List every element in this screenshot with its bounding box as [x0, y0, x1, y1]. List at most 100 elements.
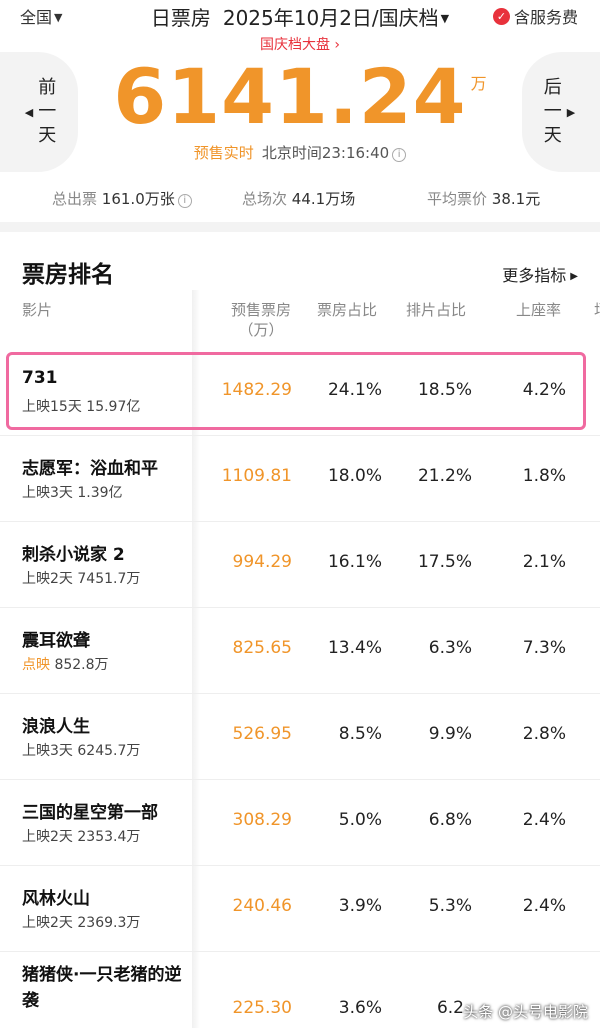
highlight-annotation [6, 352, 586, 430]
table-row[interactable]: 刺杀小说家 2 上映2天 7451.7万 994.29 16.1% 17.5% … [0, 522, 600, 608]
film-name: 浪浪人生 [22, 717, 90, 737]
ranking-title: 票房排名 [22, 262, 114, 288]
share-value: 5.0% [338, 810, 382, 830]
section-divider [0, 222, 600, 232]
guoqing-market-link[interactable]: 国庆档大盘 › [0, 34, 600, 54]
gross-value: 1109.81 [221, 466, 292, 486]
table-row[interactable]: 志愿军：浴血和平 上映3天 1.39亿 1109.81 18.0% 21.2% … [0, 436, 600, 522]
occupancy-value: 1.8% [522, 466, 566, 486]
total-value: 6141.24 [113, 52, 467, 141]
share-value: 16.1% [327, 552, 382, 572]
film-cumulative: 1.39亿 [77, 485, 123, 501]
presale-line: 预售实时 北京时间23:16:40 i [0, 142, 600, 163]
stat-avg-value: 38.1元 [491, 190, 541, 208]
col-gross[interactable]: 预售票房 （万） [226, 300, 296, 340]
stat-shows-label: 总场次 [242, 190, 288, 208]
film-cumulative: 2353.4万 [77, 829, 141, 845]
occupancy-value: 2.4% [522, 896, 566, 916]
film-name: 猪猪侠·一只老猪的逆袭 [22, 965, 182, 1011]
gross-value: 825.65 [232, 638, 292, 658]
col-screens[interactable]: 排片占比 [406, 300, 466, 320]
share-value: 3.6% [338, 998, 382, 1018]
gross-value: 308.29 [232, 810, 292, 830]
film-status: 上映3天 [22, 485, 73, 501]
share-value: 3.9% [338, 896, 382, 916]
info-icon[interactable]: i [392, 148, 407, 162]
occupancy-value: 2.4% [522, 810, 566, 830]
date-selector[interactable]: 2025年10月2日/国庆档 ▼ [223, 6, 449, 30]
stat-avg-label: 平均票价 [427, 190, 488, 208]
col-gross-label: 预售票房 [230, 301, 291, 319]
more-metrics-button[interactable]: 更多指标 ▶ [502, 262, 578, 286]
screens-value: 6.8% [428, 810, 472, 830]
screens-value: 21.2% [417, 466, 472, 486]
film-meta: 上映2天 2353.4万 [22, 826, 140, 846]
screens-value: 5.3% [428, 896, 472, 916]
check-icon: ✓ [492, 7, 510, 25]
beijing-time: 北京时间23:16:40 [261, 144, 390, 162]
film-name: 震耳欲聋 [22, 631, 90, 651]
film-meta: 点映 852.8万 [22, 654, 109, 674]
film-meta: 上映3天 1.39亿 [22, 482, 123, 502]
table-row[interactable]: 风林火山 上映2天 2369.3万 240.46 3.9% 5.3% 2.4% [0, 866, 600, 952]
watermark: 头条 @头号电影院 [463, 1003, 588, 1021]
film-name: 志愿军：浴血和平 [22, 459, 158, 479]
col-gross-unit: （万） [238, 321, 284, 339]
title-date: 2025年10月2日/国庆档 [222, 6, 439, 30]
occupancy-value: 7.3% [522, 638, 566, 658]
stats-row: 总出票 161.0万张 i 总场次 44.1万场 平均票价 38.1元 [0, 180, 600, 214]
stat-tickets-value: 161.0万张 [101, 190, 175, 208]
film-cumulative: 6245.7万 [77, 743, 141, 759]
col-share[interactable]: 票房占比 [317, 300, 377, 320]
caret-right-icon: ▶ [570, 271, 578, 282]
film-meta: 上映2天 7451.7万 [22, 568, 140, 588]
col-extra: 场 [594, 300, 600, 320]
table-row[interactable]: 震耳欲聋 点映 852.8万 825.65 13.4% 6.3% 7.3% [0, 608, 600, 694]
share-value: 8.5% [338, 724, 382, 744]
film-meta: 上映3天 6245.7万 [22, 740, 140, 760]
film-name: 三国的星空第一部 [22, 803, 158, 823]
screens-value: 6.3% [428, 638, 472, 658]
top-bar: 全国 ▼ 日票房 2025年10月2日/国庆档 ▼ ✓ 含服务费 [0, 0, 600, 30]
film-status: 上映2天 [22, 915, 73, 931]
film-status: 上映2天 [22, 829, 73, 845]
gross-value: 240.46 [232, 896, 292, 916]
gross-value: 225.30 [232, 998, 292, 1018]
stat-tickets-label: 总出票 [52, 190, 98, 208]
table-row[interactable]: 浪浪人生 上映3天 6245.7万 526.95 8.5% 9.9% 2.8% [0, 694, 600, 780]
table-row[interactable]: 三国的星空第一部 上映2天 2353.4万 308.29 5.0% 6.8% 2… [0, 780, 600, 866]
more-metrics-label: 更多指标 [502, 266, 567, 285]
film-cumulative: 2369.3万 [77, 915, 141, 931]
film-cumulative: 7451.7万 [77, 571, 141, 587]
film-status: 上映2天 [22, 571, 73, 587]
gross-value: 526.95 [232, 724, 292, 744]
col-occupancy[interactable]: 上座率 [516, 300, 561, 320]
stat-shows-value: 44.1万场 [291, 190, 356, 208]
occupancy-value: 2.1% [522, 552, 566, 572]
title-main: 日票房 [150, 6, 211, 30]
caret-down-icon: ▼ [440, 12, 450, 25]
service-fee-toggle[interactable]: ✓ 含服务费 [492, 4, 578, 28]
stat-tickets: 总出票 161.0万张 i [52, 188, 192, 209]
share-value: 18.0% [327, 466, 382, 486]
occupancy-value: 2.8% [522, 724, 566, 744]
total-box-office: 6141.24 万 [0, 52, 600, 141]
film-name: 风林火山 [22, 889, 90, 909]
film-status: 上映3天 [22, 743, 73, 759]
share-value: 13.4% [327, 638, 382, 658]
screens-value: 9.9% [428, 724, 472, 744]
total-unit: 万 [470, 74, 487, 93]
film-status: 点映 [22, 657, 50, 673]
stat-avg-price: 平均票价 38.1元 [427, 188, 540, 209]
screens-value: 17.5% [417, 552, 472, 572]
film-name: 刺杀小说家 2 [22, 545, 125, 565]
presale-tag: 预售实时 [193, 144, 254, 162]
service-label: 含服务费 [513, 8, 578, 27]
film-cumulative: 852.8万 [54, 657, 109, 673]
info-icon[interactable]: i [177, 194, 192, 208]
screens-value: 6.2 [436, 998, 464, 1018]
stat-shows: 总场次 44.1万场 [242, 188, 355, 209]
gross-value: 994.29 [232, 552, 292, 572]
col-film: 影片 [22, 301, 53, 319]
film-meta: 上映2天 2369.3万 [22, 912, 140, 932]
